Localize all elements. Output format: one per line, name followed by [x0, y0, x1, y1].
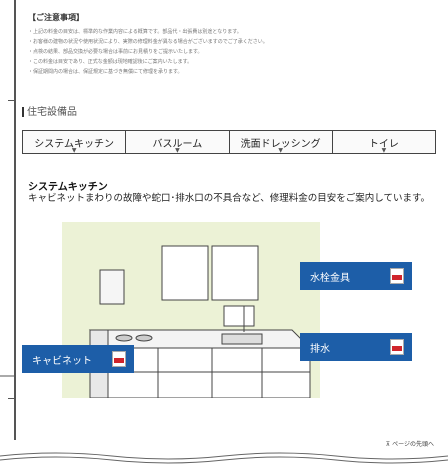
- tab-bathroom[interactable]: バスルーム ▼: [126, 131, 230, 154]
- drain-button[interactable]: 排水: [300, 333, 412, 361]
- range-hood: [99, 269, 125, 305]
- margin-tick: [8, 398, 16, 399]
- torn-edge-decoration: [0, 452, 448, 464]
- section-heading: 住宅設備品: [22, 103, 77, 118]
- category-tabs: システムキッチン ▼ バスルーム ▼ 洗面ドレッシング ▼ トイレ ▼: [22, 130, 436, 154]
- chevron-down-icon: ▼: [278, 147, 283, 154]
- chevron-down-icon: ▼: [381, 147, 387, 154]
- tab-toilet[interactable]: トイレ ▼: [333, 131, 435, 155]
- wave-line: [0, 452, 448, 460]
- wave-line: [0, 456, 448, 464]
- drain-label: 排水: [310, 343, 330, 355]
- section-heading-text: 住宅設備品: [27, 107, 77, 118]
- margin-tick: [8, 100, 16, 101]
- pdf-icon: [390, 339, 404, 355]
- upper-cabinet-left: [161, 245, 209, 301]
- stove-burner: [115, 334, 133, 342]
- note-line: ・保証期間内の場合は、保証規定に基づき無償にて修理を承ります。: [28, 69, 183, 75]
- faucet-button[interactable]: 水栓金具: [300, 262, 412, 290]
- pdf-icon: [112, 351, 126, 367]
- tab-system-kitchen[interactable]: システムキッチン ▼: [23, 131, 127, 154]
- dish-rack: [223, 305, 255, 327]
- page-top-link[interactable]: ⊼ ページの先頭へ: [386, 439, 434, 448]
- cabinet-button[interactable]: キャビネット: [22, 345, 134, 373]
- faucet-label: 水栓金具: [310, 272, 350, 284]
- page-top-label: ページの先頭へ: [392, 441, 434, 448]
- chevron-down-icon: ▼: [71, 147, 77, 154]
- chevron-down-icon: ▼: [175, 147, 180, 154]
- note-line: ・点検の結果、部品交換が必要な場合は事前にお見積りをご提示いたします。: [28, 49, 203, 55]
- cabinet-label: キャビネット: [32, 355, 92, 367]
- note-line: ・お客様の建物の状況や使用状況により、実際の修理料金が異なる場合がございますので…: [28, 39, 268, 45]
- stove-burner: [135, 334, 153, 342]
- note-line: ・この料金は目安であり、正式な金額は現地確認後にご案内いたします。: [28, 59, 193, 65]
- sink: [221, 333, 263, 345]
- upper-cabinet-right: [211, 245, 259, 301]
- notes-title: 【ご注意事項】: [28, 13, 84, 22]
- pdf-icon: [390, 268, 404, 284]
- heading-bar: [22, 107, 24, 117]
- tab-washbasin[interactable]: 洗面ドレッシング ▼: [230, 131, 333, 154]
- note-line: ・上記の料金の目安は、標準的な作業内容による概算です。部品代・出張費は別途となり…: [28, 29, 242, 35]
- category-description: キャビネットまわりの故障や蛇口･排水口の不具合など、修理料金の目安をご案内してい…: [28, 193, 431, 204]
